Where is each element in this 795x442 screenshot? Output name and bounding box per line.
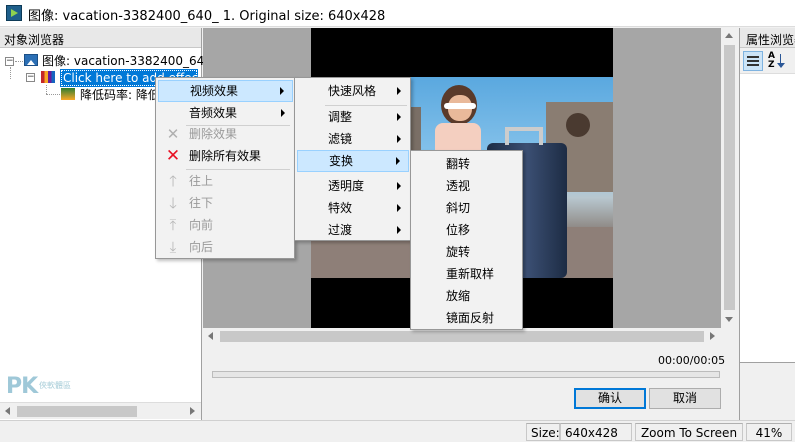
left-horizontal-scrollbar[interactable] — [0, 402, 201, 419]
zoom-to-screen-button[interactable]: Zoom To Screen — [635, 423, 743, 441]
watermark-pk: PK — [6, 374, 38, 399]
title-bar: 图像: vacation-3382400_640_ 1. Original si… — [0, 0, 795, 27]
tree-line — [15, 61, 23, 62]
image-icon — [24, 54, 38, 66]
categorized-view-icon[interactable] — [743, 51, 763, 71]
arrow-up-bar-icon: ⤒ — [169, 216, 177, 234]
submenu-arrow-icon — [397, 113, 401, 121]
menu-item-transition[interactable]: 过渡 — [297, 219, 409, 241]
scroll-left-icon[interactable] — [5, 407, 10, 415]
arrow-down-bar-icon: ⤓ — [169, 238, 177, 256]
menu-item-rotate[interactable]: 旋转 — [413, 241, 521, 263]
property-browser-panel: 属性浏览器 AZ — [739, 28, 795, 420]
watermark-tagline: 俠軟體區 — [39, 381, 71, 390]
scrollbar-thumb[interactable] — [724, 45, 735, 310]
collapse-root-icon[interactable]: − — [5, 57, 14, 66]
tree-line — [46, 85, 47, 94]
submenu-arrow-icon — [397, 135, 401, 143]
x-icon: ✕ — [166, 125, 180, 143]
bitrate-effect-icon — [61, 88, 75, 100]
sort-alphabetical-icon[interactable]: AZ — [766, 51, 786, 71]
ok-button[interactable]: 确认 — [574, 388, 646, 409]
menu-item-bring-forward[interactable]: ⤒ 向前 — [158, 214, 293, 236]
submenu-arrow-icon — [397, 87, 401, 95]
menu-item-mirror[interactable]: 镜面反射 — [413, 307, 521, 329]
menu-item-perspective[interactable]: 透视 — [413, 175, 521, 197]
object-browser-header: 对象浏览器 — [0, 28, 201, 48]
context-menu: 视频效果 音频效果 ✕ 删除效果 ✕ 删除所有效果 🡑 往上 🡓 往下 ⤒ 向前… — [155, 77, 295, 259]
timeline-slider[interactable] — [212, 371, 720, 378]
submenu-arrow-icon — [280, 87, 284, 95]
video-effects-submenu: 快速风格 调整 滤镜 变换 透明度 特效 过渡 — [294, 77, 411, 241]
submenu-arrow-icon — [397, 182, 401, 190]
menu-item-quick-style[interactable]: 快速风格 — [297, 80, 409, 102]
menu-item-flip[interactable]: 翻转 — [413, 153, 521, 175]
menu-item-resample[interactable]: 重新取样 — [413, 263, 521, 285]
effect-icon — [41, 71, 55, 83]
size-label: Size: — [526, 423, 560, 441]
scrollbar-thumb[interactable] — [220, 331, 704, 342]
submenu-arrow-icon — [397, 204, 401, 212]
menu-item-transform[interactable]: 变换 — [297, 150, 409, 172]
menu-item-transparency[interactable]: 透明度 — [297, 175, 409, 197]
menu-item-zoom[interactable]: 放缩 — [413, 285, 521, 307]
preview-horizontal-scrollbar[interactable] — [203, 328, 721, 345]
menu-item-video-effects[interactable]: 视频效果 — [158, 80, 293, 102]
tree-item-image[interactable]: 图像: vacation-3382400_64 — [42, 52, 204, 70]
tree-line — [46, 94, 60, 95]
arrow-up-icon: 🡑 — [169, 172, 177, 190]
submenu-arrow-icon — [281, 109, 285, 117]
playback-time: 00:00/00:05 — [658, 354, 726, 367]
submenu-arrow-icon — [396, 157, 400, 165]
submenu-arrow-icon — [397, 226, 401, 234]
menu-item-adjust[interactable]: 调整 — [297, 106, 409, 128]
menu-item-move-up[interactable]: 🡑 往上 — [158, 170, 293, 192]
menu-item-shift[interactable]: 位移 — [413, 219, 521, 241]
property-description-pane — [740, 362, 795, 420]
menu-item-special-effects[interactable]: 特效 — [297, 197, 409, 219]
collapse-child-icon[interactable]: − — [26, 73, 35, 82]
menu-item-delete-effect[interactable]: ✕ 删除效果 — [158, 123, 293, 145]
scroll-up-icon[interactable] — [725, 33, 733, 38]
transform-submenu: 翻转 透视 斜切 位移 旋转 重新取样 放缩 镜面反射 — [410, 150, 523, 330]
menu-item-skew[interactable]: 斜切 — [413, 197, 521, 219]
menu-item-delete-all-effects[interactable]: ✕ 删除所有效果 — [158, 145, 293, 167]
preview-vertical-scrollbar[interactable] — [721, 28, 738, 328]
window-title: 图像: vacation-3382400_640_ 1. Original si… — [28, 9, 386, 24]
status-bar: Size: 640x428 Zoom To Screen 41% — [0, 420, 795, 442]
menu-item-audio-effects[interactable]: 音频效果 — [158, 102, 293, 124]
app-icon — [6, 5, 22, 21]
menu-item-filter[interactable]: 滤镜 — [297, 128, 409, 150]
property-toolbar: AZ — [740, 48, 795, 74]
property-browser-header: 属性浏览器 — [740, 28, 795, 48]
arrow-down-icon: 🡓 — [169, 194, 177, 212]
size-value: 640x428 — [560, 423, 632, 441]
red-x-icon: ✕ — [165, 146, 181, 166]
scrollbar-thumb[interactable] — [17, 406, 137, 417]
zoom-percent: 41% — [746, 423, 792, 441]
cancel-button[interactable]: 取消 — [649, 388, 721, 409]
menu-item-send-backward[interactable]: ⤓ 向后 — [158, 236, 293, 258]
scroll-left-icon[interactable] — [208, 332, 213, 340]
scroll-down-icon[interactable] — [725, 317, 733, 322]
scroll-right-icon[interactable] — [710, 332, 715, 340]
menu-item-move-down[interactable]: 🡓 往下 — [158, 192, 293, 214]
tree-line — [10, 67, 11, 79]
scroll-right-icon[interactable] — [190, 407, 195, 415]
